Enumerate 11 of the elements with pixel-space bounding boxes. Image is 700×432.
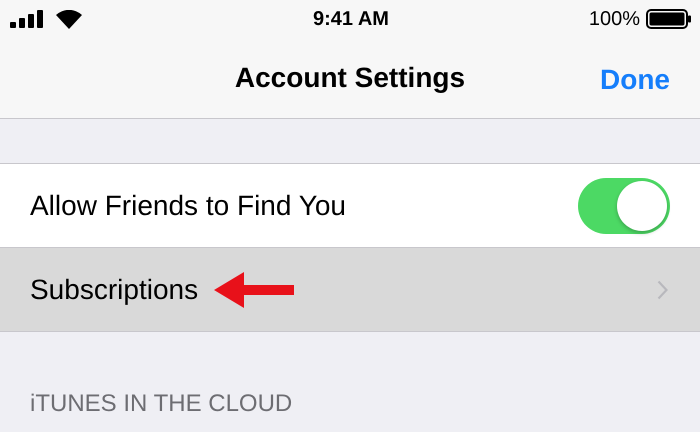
section-header: iTUNES IN THE CLOUD (30, 390, 292, 418)
row-label: Allow Friends to Find You (30, 190, 346, 222)
settings-row[interactable]: Subscriptions (0, 247, 700, 331)
row-label: Subscriptions (30, 274, 198, 306)
done-button[interactable]: Done (600, 60, 670, 100)
battery-icon (646, 9, 692, 29)
status-time: 9:41 AM (313, 8, 389, 30)
wifi-icon (56, 10, 82, 28)
nav-title: Account Settings (234, 62, 466, 94)
battery-percent: 100% (588, 8, 640, 30)
chevron-icon (657, 280, 668, 300)
